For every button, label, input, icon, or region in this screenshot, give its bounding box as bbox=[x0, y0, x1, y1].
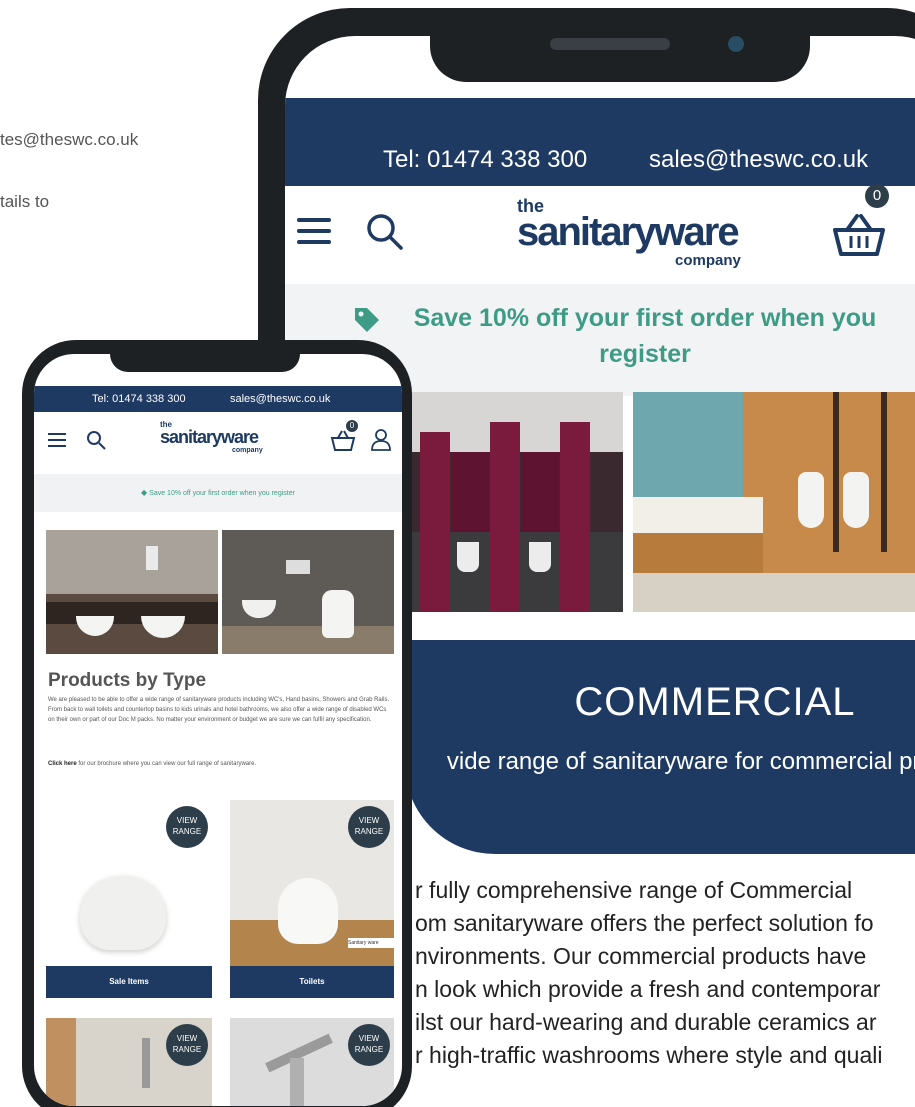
description-line: r fully comprehensive range of Commercia… bbox=[415, 877, 853, 903]
commercial-photo-cubicles bbox=[385, 392, 623, 612]
products-photo-basins bbox=[46, 530, 218, 654]
view-range-badge[interactable]: VIEW RANGE bbox=[166, 806, 208, 848]
products-intro-paragraph: We are pleased to be able to offer a wid… bbox=[48, 697, 390, 723]
logo-name: sanitaryware bbox=[517, 210, 740, 254]
small-phone-screen: Tel: 01474 338 300 sales@theswc.co.uk th… bbox=[34, 354, 402, 1106]
hamburger-menu-icon[interactable] bbox=[48, 432, 66, 448]
view-range-badge[interactable]: VIEW RANGE bbox=[348, 1024, 390, 1066]
large-topbar-email[interactable]: sales@theswc.co.uk bbox=[649, 146, 868, 174]
background-email-text: tes@theswc.co.uk bbox=[0, 130, 139, 149]
small-header: the sanitaryware company 0 bbox=[34, 412, 402, 458]
view-range-badge[interactable]: VIEW RANGE bbox=[166, 1024, 208, 1066]
product-caption-badge: Sanitary ware bbox=[348, 938, 394, 948]
logo-name: sanitaryware bbox=[160, 427, 259, 447]
click-here-link[interactable]: Click here bbox=[48, 761, 77, 767]
category-subtitle: vide range of sanitaryware for commercia… bbox=[405, 744, 915, 780]
marketing-scene: tes@theswc.co.uk tails to Tel: 01474 338… bbox=[0, 0, 915, 1107]
basket-count-badge: 0 bbox=[865, 184, 889, 208]
brochure-line: Click here for our brochure where you ca… bbox=[48, 761, 256, 767]
large-topbar: Tel: 01474 338 300 sales@theswc.co.uk bbox=[285, 98, 915, 186]
tag-icon bbox=[355, 308, 379, 332]
logo-sub: company bbox=[675, 252, 741, 269]
small-phone-notch bbox=[110, 340, 300, 372]
product-tile-taps[interactable]: VIEW RANGE bbox=[230, 1018, 394, 1106]
tag-icon: ◆ bbox=[141, 488, 148, 497]
brochure-line-text: for our brochure where you can view our … bbox=[76, 761, 257, 767]
product-tile-toilets[interactable]: Sanitary ware VIEW RANGE Toilets bbox=[230, 800, 394, 998]
search-icon[interactable] bbox=[86, 430, 106, 450]
products-photo-doc-m bbox=[222, 530, 394, 654]
large-phone-notch bbox=[430, 8, 810, 82]
description-line: ilst our hard-wearing and durable cerami… bbox=[415, 1009, 877, 1035]
view-range-badge[interactable]: VIEW RANGE bbox=[348, 806, 390, 848]
hamburger-menu-icon[interactable] bbox=[297, 216, 333, 246]
commercial-photo-urinals bbox=[633, 392, 915, 612]
category-description: r fully comprehensive range of Commercia… bbox=[415, 874, 915, 1072]
small-promo-text: Save 10% off your first order when you r… bbox=[149, 490, 295, 497]
products-by-type-heading: Products by Type bbox=[48, 670, 207, 691]
category-title: COMMERCIAL bbox=[574, 680, 856, 724]
small-promo-banner[interactable]: ◆ Save 10% off your first order when you… bbox=[34, 474, 402, 512]
description-line: om sanitaryware offers the perfect solut… bbox=[415, 910, 874, 936]
logo-sub: company bbox=[232, 447, 263, 454]
small-topbar-tel[interactable]: Tel: 01474 338 300 bbox=[92, 393, 186, 405]
site-logo[interactable]: the sanitaryware company bbox=[160, 420, 280, 456]
commercial-category-card[interactable]: COMMERCIAL vide range of sanitaryware fo… bbox=[405, 640, 915, 854]
description-line: n look which provide a fresh and contemp… bbox=[415, 976, 881, 1002]
product-tile-basins[interactable]: VIEW RANGE bbox=[46, 1018, 212, 1106]
background-details-text: tails to bbox=[0, 192, 50, 211]
product-tile-sale-items[interactable]: VIEW RANGE Sale Items bbox=[46, 800, 212, 998]
category-subtitle-text: vide range of sanitaryware for commercia… bbox=[446, 748, 915, 775]
basket-count-badge: 0 bbox=[346, 420, 358, 432]
small-topbar: Tel: 01474 338 300 sales@theswc.co.uk bbox=[34, 386, 402, 412]
description-line: nvironments. Our commercial products hav… bbox=[415, 943, 867, 969]
basket-icon[interactable] bbox=[831, 214, 887, 258]
basket-icon[interactable] bbox=[330, 430, 356, 452]
description-line: r high-traffic washrooms where style and… bbox=[415, 1042, 883, 1068]
large-header: the sanitaryware company 0 bbox=[285, 184, 915, 284]
large-topbar-tel[interactable]: Tel: 01474 338 300 bbox=[383, 146, 587, 174]
search-icon[interactable] bbox=[365, 212, 405, 252]
tile-label: Toilets bbox=[230, 966, 394, 998]
tile-label: Sale Items bbox=[46, 966, 212, 998]
site-logo[interactable]: the sanitaryware company bbox=[517, 196, 747, 269]
user-account-icon[interactable] bbox=[370, 428, 392, 452]
small-topbar-email[interactable]: sales@theswc.co.uk bbox=[230, 393, 330, 405]
